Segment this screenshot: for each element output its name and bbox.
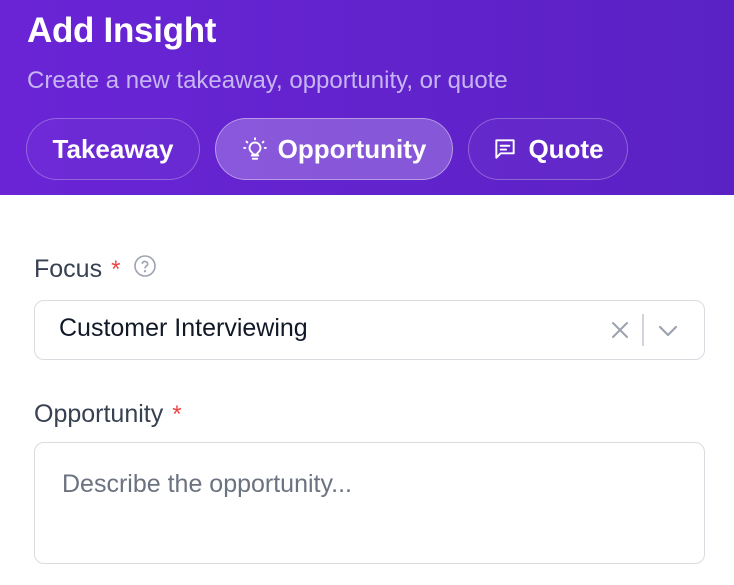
opportunity-textarea[interactable]: Describe the opportunity... [34,442,705,564]
dialog-header: Add Insight Create a new takeaway, oppor… [0,0,734,195]
focus-select[interactable]: Customer Interviewing [34,300,705,360]
clear-icon[interactable] [607,317,633,343]
tab-opportunity-label: Opportunity [277,133,427,164]
chevron-down-icon[interactable] [653,317,683,345]
dialog-title: Add Insight [27,11,217,50]
tab-quote-label: Quote [528,133,604,164]
opportunity-placeholder: Describe the opportunity... [62,470,352,498]
focus-label-row: Focus * [34,254,157,285]
tab-quote[interactable]: Quote [468,118,628,180]
tab-opportunity[interactable]: Opportunity [215,118,453,180]
dialog-subtitle: Create a new takeaway, opportunity, or q… [27,67,508,94]
focus-select-value: Customer Interviewing [59,314,308,342]
opportunity-label-row: Opportunity * [34,400,182,429]
select-divider [642,314,644,346]
required-marker: * [172,400,182,428]
help-circle-icon[interactable] [133,254,157,285]
required-marker: * [111,255,121,283]
lightbulb-icon [242,136,268,162]
opportunity-label: Opportunity [34,400,164,428]
tab-takeaway-label: Takeaway [52,133,174,164]
focus-label: Focus [34,255,103,283]
message-square-icon [492,136,518,162]
tab-takeaway[interactable]: Takeaway [26,118,200,180]
